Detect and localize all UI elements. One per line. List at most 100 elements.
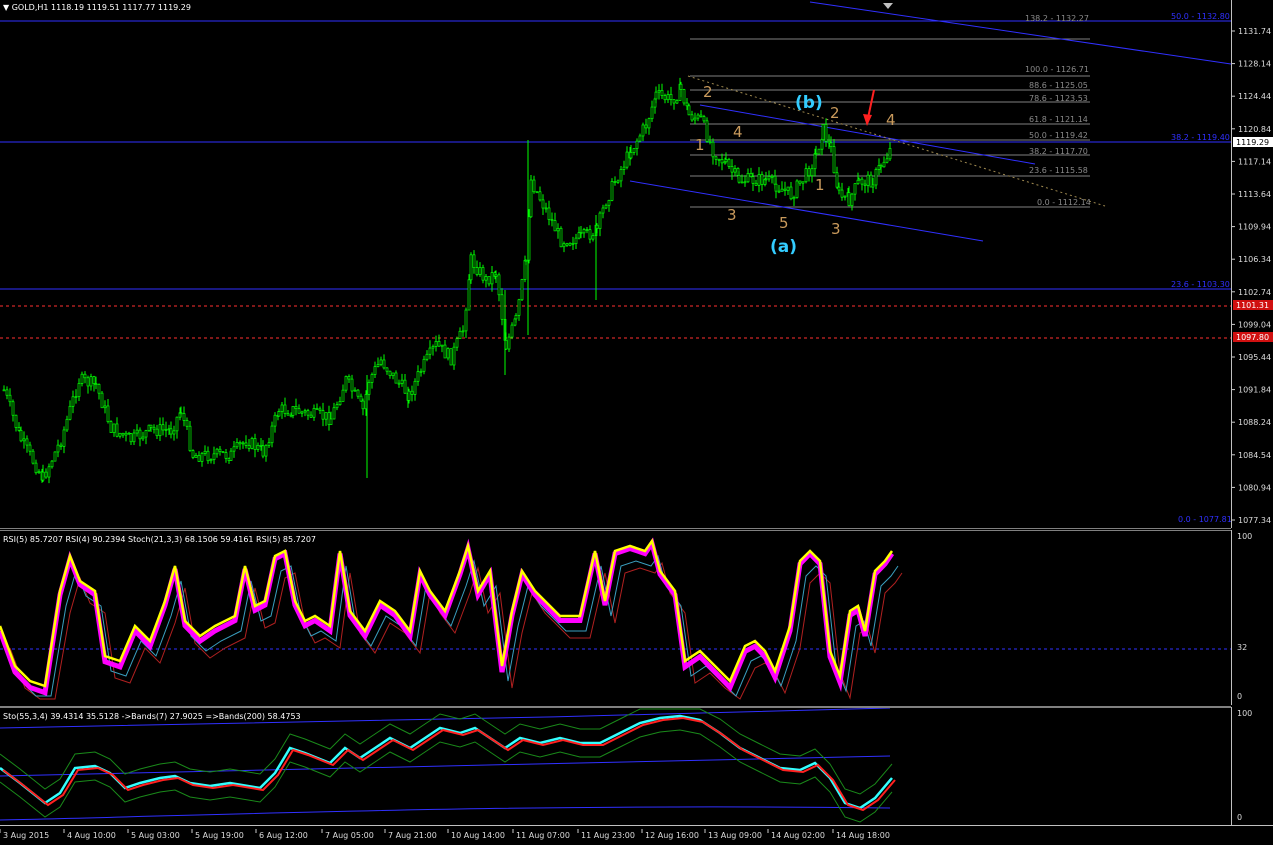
time-tick-label: 4 Aug 10:00 <box>67 831 116 840</box>
candle-body <box>74 396 78 398</box>
candle-body <box>720 159 724 164</box>
candle-body <box>41 471 45 481</box>
stochastic-panel[interactable]: Sto(55,3,4) 39.4314 35.5128 ->Bands(7) 2… <box>0 707 1231 826</box>
candle-body <box>579 232 583 234</box>
candle-body <box>144 430 148 438</box>
candle-body <box>324 412 328 420</box>
rsi-axis-32: 32 <box>1237 643 1248 652</box>
candle-body <box>367 382 371 395</box>
time-axis[interactable]: 3 Aug 2015 4 Aug 10:00 5 Aug 03:00 5 Aug 19… <box>0 825 1273 840</box>
candle-body <box>724 159 728 163</box>
candle-body <box>638 135 642 142</box>
candle-body <box>786 186 790 191</box>
candle-body <box>510 324 514 338</box>
candle-body <box>807 168 811 177</box>
candle-body <box>517 299 521 316</box>
shift-marker-icon[interactable] <box>883 3 893 9</box>
candle-body <box>601 207 605 214</box>
candle-body <box>821 124 825 141</box>
time-tick-label: 11 Aug 23:00 <box>581 831 635 840</box>
candle-body <box>224 452 228 459</box>
menu-triangle-icon[interactable]: ▼ <box>3 3 9 12</box>
candle-body <box>871 184 875 188</box>
candle-body <box>31 450 35 464</box>
candle-body <box>68 405 72 420</box>
candle-body <box>283 404 287 414</box>
candle-body <box>347 376 351 380</box>
candle-body <box>727 159 731 167</box>
current-price-label: 1119.29 <box>1236 138 1269 147</box>
candle-body <box>194 455 198 458</box>
rsi-panel[interactable]: RSI(5) 85.7207 RSI(4) 90.2394 Stoch(21,3… <box>0 530 1231 707</box>
wave-label-3b: 3 <box>831 220 841 238</box>
candle-body <box>391 372 395 376</box>
candle-body <box>484 276 488 281</box>
candle-body <box>690 114 694 121</box>
candle-body <box>740 181 744 184</box>
candle-body <box>669 94 673 100</box>
candle-body <box>50 460 54 468</box>
candle-body <box>874 169 878 186</box>
candle-body <box>679 83 683 90</box>
candle-body <box>335 404 339 409</box>
candle-body <box>53 451 57 462</box>
candle-body <box>446 348 450 359</box>
candle-body <box>25 438 29 446</box>
candle-body <box>318 408 322 411</box>
price-tick-label: 1131.74 <box>1238 27 1271 36</box>
candle-body <box>97 384 101 394</box>
candle-body <box>135 429 139 434</box>
candle-body <box>714 156 718 160</box>
candle-body <box>550 219 554 221</box>
rsi-label: RSI(5) 85.7207 RSI(4) 90.2394 Stoch(21,3… <box>3 535 317 544</box>
big-fib-label-382: 38.2 - 1119.40 <box>1171 133 1230 142</box>
candle-body <box>175 416 179 432</box>
candle-body <box>8 394 12 403</box>
candle-body <box>641 124 645 137</box>
candle-body <box>397 382 401 385</box>
ohlc-values: 1118.19 1119.51 1117.77 1119.29 <box>51 3 191 12</box>
candle-body <box>562 243 566 248</box>
candle-body <box>541 199 545 209</box>
candle-body <box>277 411 281 417</box>
candle-body <box>2 389 6 392</box>
candle-body <box>629 152 633 159</box>
candle-body <box>666 94 670 101</box>
candle-body <box>203 450 207 454</box>
rsi-axis-100: 100 <box>1237 532 1253 541</box>
trendline-upper[interactable] <box>809 1 1232 65</box>
sto-axis: 100 0 <box>1231 707 1273 825</box>
candle-body <box>687 105 691 116</box>
candle-body <box>286 413 290 416</box>
price-axis[interactable]: 1131.74 1128.14 1124.44 1120.84 1117.14 1113.… <box>1231 0 1273 528</box>
candle-body <box>737 174 741 183</box>
candle-body <box>708 141 712 143</box>
candle-body <box>221 451 225 453</box>
price-chart-panel[interactable]: 138.2 - 1132.27 100.0 - 1126.71 88.6 - 1… <box>0 0 1232 529</box>
candle-body <box>888 148 892 160</box>
candle-body <box>675 100 679 104</box>
channel-lower[interactable] <box>629 180 984 242</box>
candle-body <box>475 267 479 275</box>
fib-label-0: 0.0 - 1112.14 <box>1037 198 1091 207</box>
candle-body <box>702 116 706 122</box>
candle-body <box>469 254 473 281</box>
candle-body <box>373 366 377 375</box>
candle-body <box>158 424 162 437</box>
candle-body <box>86 377 90 387</box>
candle-body <box>247 445 251 449</box>
candle-body <box>814 153 818 155</box>
candle-body <box>94 383 98 385</box>
candle-body <box>455 338 459 348</box>
wave-label-4b: 4 <box>886 111 896 129</box>
candle-body <box>705 120 709 142</box>
time-tick-label: 14 Aug 02:00 <box>771 831 825 840</box>
candle-body <box>500 294 504 320</box>
candle-body <box>172 430 176 435</box>
price-chart-svg[interactable]: 138.2 - 1132.27 100.0 - 1126.71 88.6 - 1… <box>0 0 1232 528</box>
candle-body <box>382 359 386 369</box>
time-axis-svg: 3 Aug 2015 4 Aug 10:00 5 Aug 03:00 5 Aug 19… <box>0 829 890 840</box>
candle-body <box>635 140 639 149</box>
wave-label-2: 2 <box>703 83 713 101</box>
candle-body <box>19 430 23 442</box>
